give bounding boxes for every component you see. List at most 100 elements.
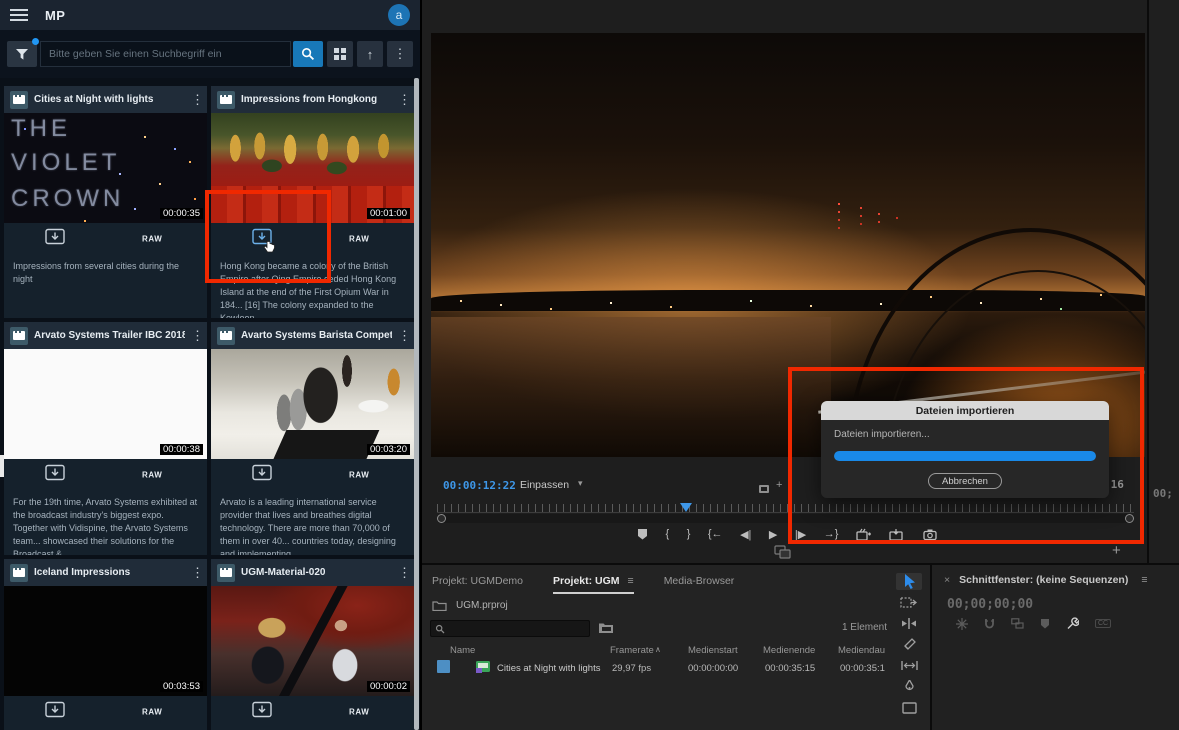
project-search-input[interactable]: [430, 620, 590, 637]
card-menu-icon[interactable]: ⋮: [398, 565, 408, 581]
media-card-ugm-material[interactable]: UGM-Material-020 ⋮ 00:00:02 RAW: [211, 559, 414, 730]
playhead-marker[interactable]: [680, 503, 692, 512]
card-menu-icon[interactable]: ⋮: [398, 328, 408, 344]
step-back-button[interactable]: ◀|: [740, 528, 751, 541]
search-input[interactable]: [40, 41, 291, 67]
media-card-cities-at-night[interactable]: Cities at Night with lights ⋮ THE VIOLET…: [4, 86, 207, 318]
toolbar-more-button[interactable]: ⋮: [387, 41, 413, 67]
button-editor-plus[interactable]: +: [1112, 542, 1121, 559]
card-title: Cities at Night with lights: [34, 94, 185, 105]
timeline-settings-wrench-icon[interactable]: [1066, 617, 1079, 630]
step-forward-button[interactable]: |▶: [795, 528, 806, 541]
overwrite-button[interactable]: [889, 528, 905, 541]
grid-view-button[interactable]: [327, 41, 353, 67]
card-thumbnail[interactable]: 00:03:53: [4, 586, 207, 696]
sort-ascending-icon[interactable]: ∧: [655, 645, 661, 654]
search-button[interactable]: [293, 41, 323, 67]
monitor-time-ruler[interactable]: [437, 504, 1134, 512]
column-header-mediendauer[interactable]: Mediendau: [838, 645, 885, 656]
column-header-name[interactable]: Name: [450, 645, 475, 656]
close-icon[interactable]: ×: [944, 574, 950, 586]
play-button[interactable]: ▶: [769, 528, 777, 541]
card-menu-icon[interactable]: ⋮: [191, 565, 201, 581]
linked-selection-icon[interactable]: [1011, 618, 1024, 629]
card-thumbnail[interactable]: 00:03:20: [211, 349, 414, 459]
upload-button[interactable]: ↑: [357, 41, 383, 67]
monitor-zoom-scrollbar[interactable]: [437, 514, 1134, 523]
card-thumbnail[interactable]: 00:00:02: [211, 586, 414, 696]
card-menu-icon[interactable]: ⋮: [398, 92, 408, 108]
card-thumbnail[interactable]: 00:01:00: [211, 113, 414, 223]
mark-in-button[interactable]: {: [666, 528, 670, 540]
add-marker-button[interactable]: [637, 528, 648, 540]
card-thumbnail[interactable]: 00:00:38: [4, 349, 207, 459]
mark-out-button[interactable]: }: [687, 528, 691, 540]
tab-media-browser[interactable]: Media-Browser: [664, 575, 735, 592]
new-bin-button[interactable]: [598, 621, 614, 639]
thumb-overlay-text: THE: [11, 115, 71, 143]
column-header-medienstart[interactable]: Medienstart: [688, 645, 738, 656]
zoom-handle-right[interactable]: [1125, 514, 1134, 523]
export-frame-button[interactable]: [923, 529, 937, 540]
tab-menu-icon[interactable]: ≡: [628, 575, 634, 587]
captions-icon[interactable]: CC: [1095, 619, 1111, 628]
drag-video-audio-icon[interactable]: [774, 545, 791, 564]
source-monitor-video[interactable]: [431, 33, 1145, 457]
zoom-handle-left[interactable]: [437, 514, 446, 523]
download-button[interactable]: [252, 465, 272, 486]
media-card-hongkong[interactable]: Impressions from Hongkong ⋮ 00:01:00 RAW: [211, 86, 414, 318]
output-settings-icon[interactable]: [758, 481, 770, 499]
left-panel-scrollbar[interactable]: [414, 78, 419, 730]
radio-tower-lights: [838, 203, 840, 205]
download-button[interactable]: [45, 229, 65, 250]
tab-projekt-ugm[interactable]: Projekt: UGM ≡: [553, 575, 634, 594]
card-thumbnail[interactable]: THE VIOLET CROWN 00:00:35: [4, 113, 207, 223]
video-asset-icon: [217, 91, 235, 109]
cancel-button[interactable]: Abbrechen: [928, 473, 1002, 489]
rectangle-tool[interactable]: [896, 699, 922, 716]
filter-button[interactable]: [7, 41, 37, 67]
comparison-view-icon[interactable]: +: [776, 479, 782, 491]
goto-out-button[interactable]: →}: [824, 528, 839, 540]
slip-tool[interactable]: [896, 657, 922, 674]
raw-badge: RAW: [349, 708, 369, 717]
media-card-arvato-trailer[interactable]: Arvato Systems Trailer IBC 2018 ⋮ 00:00:…: [4, 322, 207, 555]
download-button[interactable]: [252, 702, 272, 723]
filter-notification-dot: [32, 38, 39, 45]
program-timecode-partial: 00;: [1153, 487, 1173, 500]
media-card-iceland[interactable]: Iceland Impressions ⋮ 00:03:53 RAW: [4, 559, 207, 730]
pen-tool[interactable]: [896, 678, 922, 695]
avatar[interactable]: a: [388, 4, 410, 26]
chevron-down-icon[interactable]: ▾: [578, 478, 583, 489]
dialog-title[interactable]: Dateien importieren: [821, 401, 1109, 420]
insert-button[interactable]: [856, 528, 872, 541]
duration-badge: 00:01:00: [367, 208, 410, 219]
transport-controls: { } {← ◀| ▶ |▶ →}: [637, 525, 937, 543]
ripple-edit-tool[interactable]: [896, 615, 922, 632]
panel-menu-icon[interactable]: ≡: [1141, 574, 1147, 586]
selection-tool[interactable]: [896, 573, 922, 590]
column-header-framerate[interactable]: Framerate: [610, 645, 654, 656]
nest-sequence-icon[interactable]: [956, 618, 968, 630]
track-select-forward-tool[interactable]: [896, 594, 922, 611]
download-button[interactable]: [45, 465, 65, 486]
clip-label-color[interactable]: [437, 660, 450, 673]
project-breadcrumb[interactable]: UGM.prproj: [432, 600, 508, 611]
hamburger-menu-icon[interactable]: [10, 9, 28, 21]
tab-projekt-ugmdemo[interactable]: Projekt: UGMDemo: [432, 575, 523, 592]
razor-tool[interactable]: [896, 636, 922, 653]
snap-magnet-icon[interactable]: [984, 618, 995, 630]
download-button[interactable]: [45, 702, 65, 723]
card-menu-icon[interactable]: ⋮: [191, 92, 201, 108]
raw-badge: RAW: [142, 471, 162, 480]
import-progress-bar: [834, 451, 1096, 461]
column-header-medienende[interactable]: Medienende: [763, 645, 815, 656]
card-menu-icon[interactable]: ⋮: [191, 328, 201, 344]
city-lights: [460, 300, 462, 302]
media-card-barista[interactable]: Avarto Systems Barista Competition ⋮ 00:…: [211, 322, 414, 555]
fit-dropdown[interactable]: Einpassen: [520, 479, 569, 491]
goto-in-button[interactable]: {←: [708, 528, 723, 540]
card-header: Avarto Systems Barista Competition ⋮: [211, 322, 414, 349]
marker-icon[interactable]: [1040, 618, 1050, 629]
download-button-active[interactable]: [252, 229, 272, 250]
